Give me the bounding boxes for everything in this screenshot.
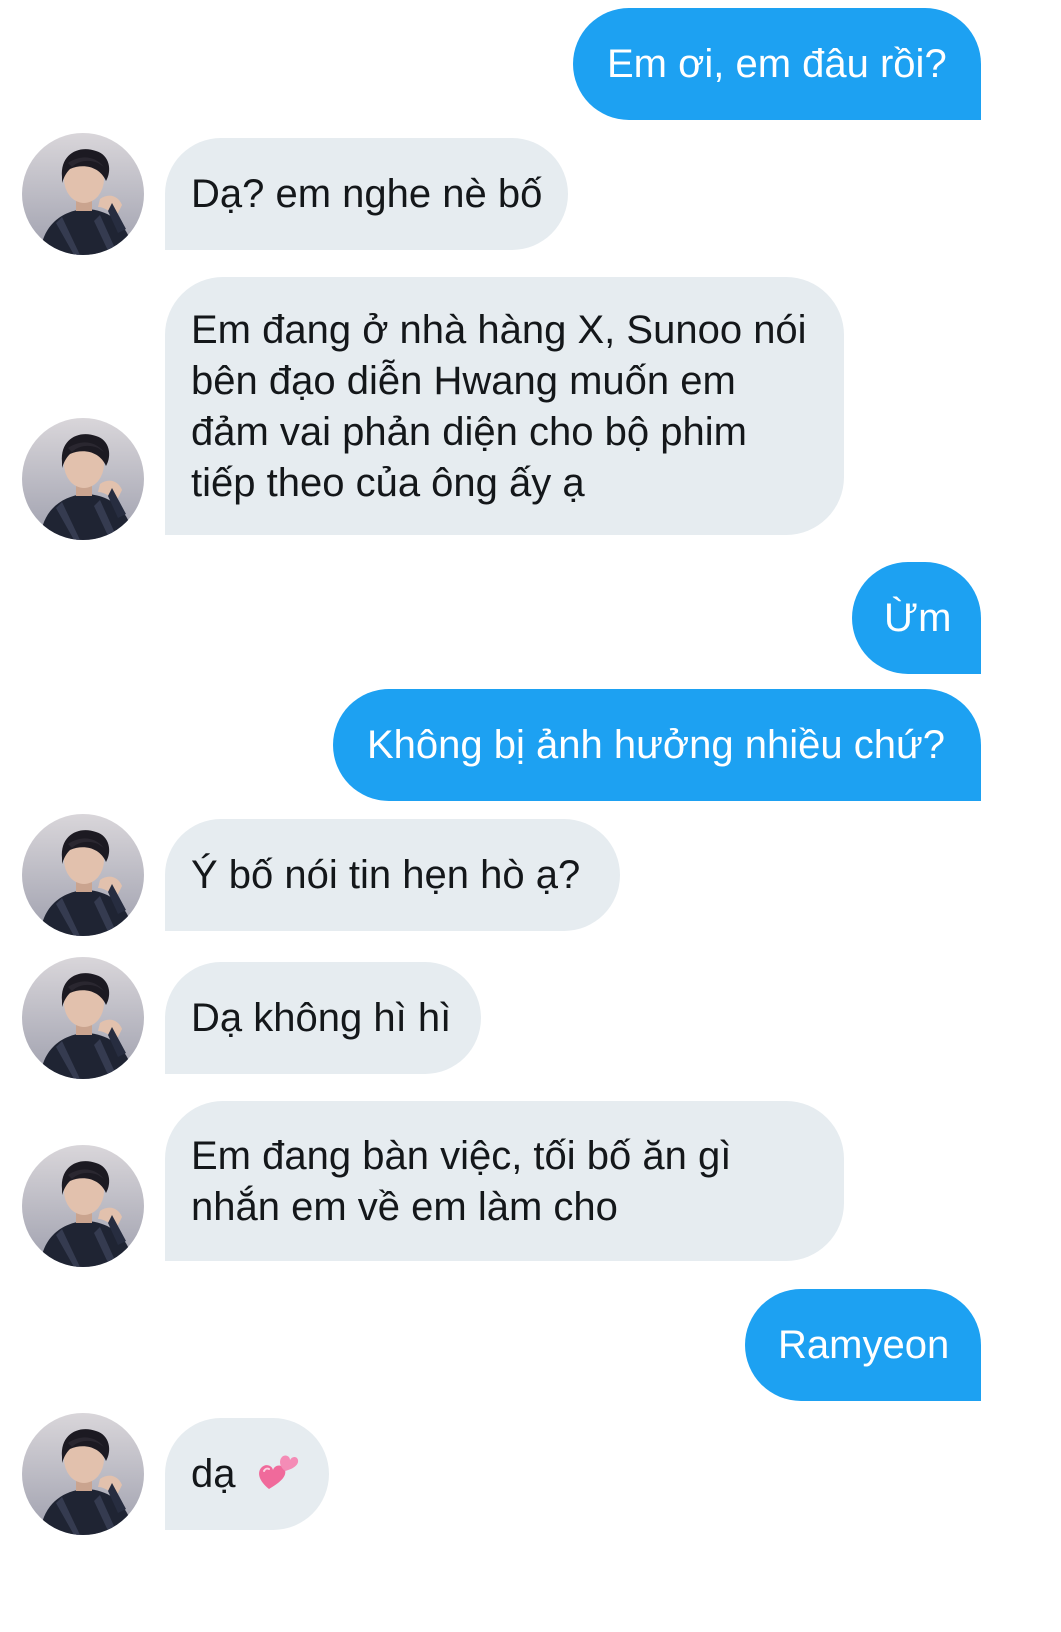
message-text: Dạ không hì hì <box>191 996 452 1040</box>
message-bubble-outgoing[interactable]: Ừm <box>852 562 981 674</box>
contact-avatar-photo <box>22 1413 144 1535</box>
message-text: Ramyeon <box>778 1323 950 1367</box>
message-text: Không bị ảnh hưởng nhiều chứ? <box>367 723 945 767</box>
contact-avatar[interactable] <box>22 133 144 255</box>
message-bubble-outgoing[interactable]: Ramyeon <box>745 1289 981 1401</box>
message-bubble-incoming[interactable]: Em đang bàn việc, tối bố ăn gì nhắn em v… <box>165 1101 844 1261</box>
message-text: Dạ? em nghe nè bố <box>191 172 543 216</box>
message-bubble-incoming[interactable]: dạ <box>165 1418 329 1530</box>
contact-avatar[interactable] <box>22 418 144 540</box>
message-text: Em ơi, em đâu rồi? <box>607 42 947 86</box>
message-bubble-incoming[interactable]: Dạ không hì hì <box>165 962 481 1074</box>
contact-avatar-photo <box>22 133 144 255</box>
message-bubble-outgoing[interactable]: Em ơi, em đâu rồi? <box>573 8 981 120</box>
contact-avatar[interactable] <box>22 814 144 936</box>
message-bubble-incoming[interactable]: Ý bố nói tin hẹn hò ạ? <box>165 819 620 931</box>
contact-avatar-photo <box>22 957 144 1079</box>
message-text: Ý bố nói tin hẹn hò ạ? <box>191 853 581 897</box>
message-bubble-incoming[interactable]: Em đang ở nhà hàng X, Sunoo nói bên đạo … <box>165 277 844 535</box>
message-text: dạ <box>191 1452 236 1496</box>
contact-avatar-photo <box>22 418 144 540</box>
contact-avatar[interactable] <box>22 1413 144 1535</box>
contact-avatar-photo <box>22 1145 144 1267</box>
contact-avatar[interactable] <box>22 1145 144 1267</box>
contact-avatar-photo <box>22 814 144 936</box>
contact-avatar[interactable] <box>22 957 144 1079</box>
message-text: Em đang ở nhà hàng X, Sunoo nói bên đạo … <box>191 308 807 505</box>
message-bubble-incoming[interactable]: Dạ? em nghe nè bố <box>165 138 568 250</box>
two-hearts-emoji <box>255 1449 299 1493</box>
message-bubble-outgoing[interactable]: Không bị ảnh hưởng nhiều chứ? <box>333 689 981 801</box>
message-text: Em đang bàn việc, tối bố ăn gì nhắn em v… <box>191 1134 732 1229</box>
message-text: Ừm <box>884 596 952 640</box>
